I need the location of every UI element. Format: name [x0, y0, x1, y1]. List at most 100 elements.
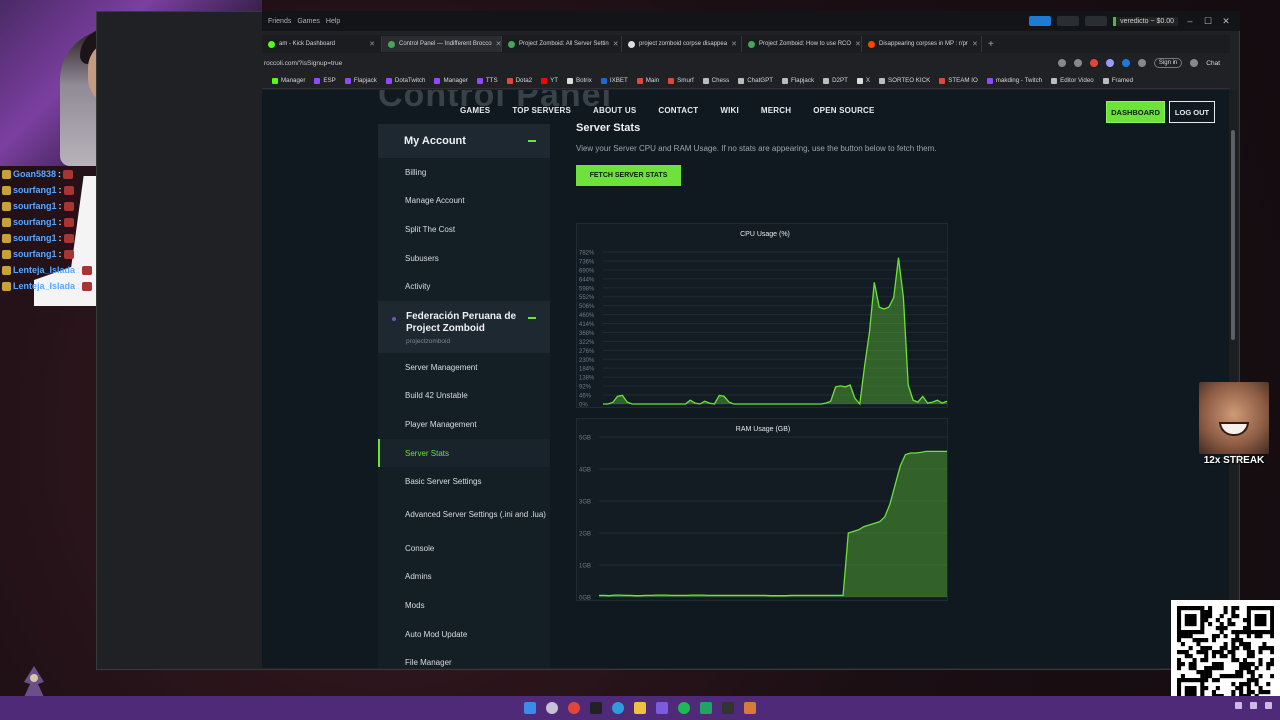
nav-wiki[interactable]: WIKI [720, 106, 739, 115]
sidebar-item-server-stats[interactable]: Server Stats [378, 438, 550, 468]
chrome-icon[interactable] [568, 702, 580, 714]
browser-tab[interactable]: Control Panel — Indifferent Brocco ✕ [382, 36, 502, 52]
browser-tab[interactable]: Project Zomboid: How to use RCO ✕ [742, 36, 862, 52]
menu-help[interactable]: Help [326, 18, 340, 25]
folder-icon[interactable] [634, 702, 646, 714]
menu-friends[interactable]: Friends [268, 18, 291, 25]
start-icon[interactable] [524, 702, 536, 714]
search-icon[interactable] [546, 702, 558, 714]
browser-tab[interactable]: Project Zomboid: All Server Settin ✕ [502, 36, 622, 52]
close-icon[interactable]: ✕ [1220, 16, 1232, 27]
bookmark-botrix[interactable]: Botrix [567, 77, 592, 84]
bookmark-x[interactable]: X [856, 77, 870, 84]
nav-open-source[interactable]: OPEN SOURCE [813, 106, 874, 115]
notification-bell-icon[interactable] [1057, 16, 1080, 26]
bookmark-chess[interactable]: Chess [702, 77, 729, 84]
collapse-icon[interactable] [528, 140, 536, 142]
avatar[interactable] [1085, 16, 1108, 26]
favorite-icon[interactable] [1073, 59, 1082, 67]
url-field[interactable]: roccoli.com/?isSignup=true [264, 60, 342, 67]
bookmark-esp[interactable]: ESP [314, 77, 336, 84]
collapse-icon[interactable] [528, 316, 536, 319]
more-menu-icon[interactable] [1190, 59, 1199, 67]
bookmark-yt[interactable]: YT [541, 77, 558, 84]
excel-icon[interactable] [700, 702, 712, 714]
refresh-icon[interactable] [1137, 59, 1146, 67]
sidebar-item-billing[interactable]: Billing [378, 158, 550, 187]
fetch-server-stats-button[interactable]: FETCH SERVER STATS [576, 165, 681, 186]
tab-close-icon[interactable]: ✕ [492, 40, 501, 48]
nav-top-servers[interactable]: TOP SERVERS [512, 106, 571, 115]
tab-close-icon[interactable]: ✕ [609, 40, 619, 48]
sign-in-button[interactable]: Sign in [1153, 58, 1183, 68]
sidebar-item-admins[interactable]: Admins [378, 563, 550, 592]
sidebar-item-console[interactable]: Console [378, 534, 550, 563]
app-icon[interactable] [744, 702, 756, 714]
bookmark-d2pt[interactable]: D2PT [823, 77, 848, 84]
nav-contact[interactable]: CONTACT [658, 106, 698, 115]
tray-chevron-icon[interactable] [1235, 702, 1242, 709]
menu-games[interactable]: Games [297, 18, 320, 25]
extension-icon[interactable] [1105, 59, 1114, 67]
spotify-icon[interactable] [678, 702, 690, 714]
nav-about-us[interactable]: ABOUT US [593, 106, 636, 115]
bookmark-ixbet[interactable]: IXBET [600, 77, 628, 84]
chat-button[interactable]: Chat [1206, 60, 1220, 67]
scrollbar-thumb[interactable] [1231, 130, 1235, 340]
zoom-icon[interactable] [1057, 59, 1066, 67]
logout-button[interactable]: LOG OUT [1169, 101, 1215, 123]
browser-tab[interactable]: project zomboid corpse disappea ✕ [622, 36, 742, 52]
dashboard-button[interactable]: DASHBOARD [1106, 101, 1165, 123]
page-scrollbar[interactable] [1229, 90, 1237, 668]
browser-tab[interactable]: am - Kick Dashboard ✕ [262, 36, 382, 52]
user-chip[interactable]: veredicto ~ $0.00 [1113, 16, 1178, 26]
nav-games[interactable]: GAMES [460, 106, 490, 115]
nav-merch[interactable]: MERCH [761, 106, 791, 115]
sidebar-item-split-the-cost[interactable]: Split The Cost [378, 215, 550, 244]
bookmark-framed[interactable]: Framed [1102, 77, 1133, 84]
bookmark-chatgpt[interactable]: ChatGPT [738, 77, 773, 84]
bookmark-main[interactable]: Main [636, 77, 659, 84]
sidebar-item-file-manager[interactable]: File Manager [378, 648, 550, 668]
bookmark-makding-twitch[interactable]: makding - Twitch [986, 77, 1042, 84]
tray-volume-icon[interactable] [1265, 702, 1272, 709]
sidebar-item-player-management[interactable]: Player Management [378, 410, 550, 439]
bookmark-flapjack[interactable]: Flapjack [344, 77, 377, 84]
edge-icon[interactable] [612, 702, 624, 714]
sidebar-item-activity[interactable]: Activity [378, 272, 550, 301]
extension-icon[interactable] [1089, 59, 1098, 67]
bookmark-dota2[interactable]: Dota2 [506, 77, 532, 84]
discord-icon[interactable] [656, 702, 668, 714]
bookmark-flapjack[interactable]: Flapjack [782, 77, 814, 84]
sidebar-item-mods[interactable]: Mods [378, 591, 550, 620]
tray-network-icon[interactable] [1250, 702, 1257, 709]
browser-tab[interactable]: Disappearing corpses in MP : r/pr ✕ [862, 36, 982, 52]
minimize-icon[interactable]: ‒ [1184, 16, 1196, 26]
sidebar-item-advanced-server-settings-ini-and-lua[interactable]: Advanced Server Settings (.ini and .lua) [378, 496, 550, 534]
extension-icon[interactable] [1121, 59, 1130, 67]
maximize-icon[interactable]: ☐ [1202, 16, 1214, 27]
sidebar-item-server-management[interactable]: Server Management [378, 353, 550, 382]
tab-close-icon[interactable]: ✕ [851, 40, 861, 48]
server-section-header[interactable]: Federación Peruana de Project Zomboid pr… [378, 300, 550, 353]
bookmark-manager[interactable]: Manager [272, 77, 305, 84]
tab-close-icon[interactable]: ✕ [727, 40, 737, 48]
new-tab-icon[interactable]: + [988, 39, 994, 50]
tab-close-icon[interactable]: ✕ [968, 40, 978, 48]
account-section-header[interactable]: My Account [378, 124, 550, 158]
bookmark-smurf[interactable]: Smurf [668, 77, 694, 84]
sidebar-item-manage-account[interactable]: Manage Account [378, 187, 550, 216]
bookmark-steam-io[interactable]: STEAM IO [939, 77, 978, 84]
bookmark-sorteo-kick[interactable]: SORTEO KICK [879, 77, 930, 84]
app-icon[interactable] [590, 702, 602, 714]
sidebar-item-basic-server-settings[interactable]: Basic Server Settings [378, 467, 550, 496]
bookmark-manager[interactable]: Manager [434, 77, 468, 84]
sidebar-item-subusers[interactable]: Subusers [378, 244, 550, 273]
bookmark-tts[interactable]: TTS [476, 77, 498, 84]
bookmark-dotatwitch[interactable]: DotaTwitch [385, 77, 425, 84]
sidebar-item-build-42-unstable[interactable]: Build 42 Unstable [378, 382, 550, 411]
steam-icon[interactable] [722, 702, 734, 714]
tab-close-icon[interactable]: ✕ [365, 40, 375, 48]
bookmark-editor-video[interactable]: Editor Video [1051, 77, 1094, 84]
sidebar-item-auto-mod-update[interactable]: Auto Mod Update [378, 620, 550, 649]
